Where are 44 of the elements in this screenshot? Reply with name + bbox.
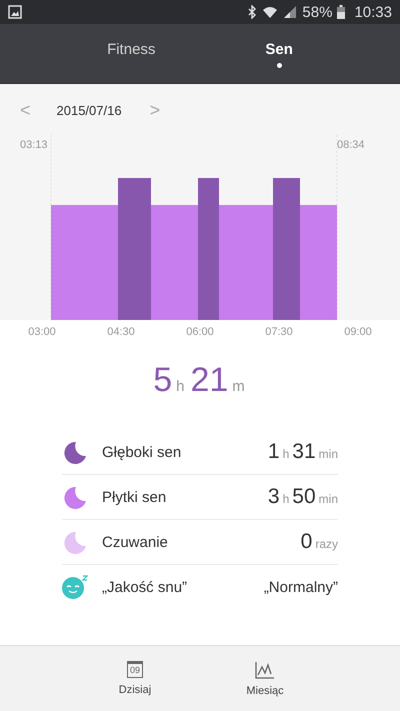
battery-percent: 58% bbox=[302, 4, 332, 20]
end-time-label: 08:34 bbox=[337, 139, 365, 151]
stat-value: „Normalny” bbox=[264, 578, 338, 596]
stat-value: 31 bbox=[292, 440, 316, 464]
stat-value: 0 bbox=[300, 530, 312, 554]
nav-item[interactable]: 09 Dzisiaj bbox=[100, 646, 170, 711]
moon-icon bbox=[62, 485, 88, 509]
wifi-icon bbox=[262, 5, 278, 19]
bluetooth-icon bbox=[247, 5, 258, 19]
axis-label: 07:30 bbox=[264, 326, 294, 340]
hours-unit: h bbox=[176, 378, 184, 395]
minutes-unit: m bbox=[232, 378, 245, 395]
axis-label: 09:00 bbox=[343, 326, 373, 340]
calendar-icon: 09 bbox=[126, 661, 143, 678]
date-label: 2015/07/16 bbox=[56, 103, 122, 118]
smiley-icon bbox=[62, 575, 88, 599]
stat-unit: h bbox=[282, 447, 290, 461]
stat-unit: h bbox=[282, 492, 290, 506]
axis-label: 06:00 bbox=[185, 326, 215, 340]
line-chart-icon bbox=[255, 660, 275, 678]
start-time-label: 03:13 bbox=[20, 139, 48, 151]
stat-label: Głęboki sen bbox=[102, 444, 182, 460]
stat-unit: min bbox=[318, 492, 338, 506]
tab[interactable]: Sen bbox=[245, 20, 313, 79]
stat-value: 1 bbox=[268, 440, 280, 464]
moon-icon bbox=[62, 440, 88, 464]
stat-unit: min bbox=[318, 447, 338, 461]
stat-label: Płytki sen bbox=[102, 488, 168, 506]
stat-label: Czuwanie bbox=[102, 534, 169, 550]
battery-icon bbox=[337, 5, 346, 19]
stat-unit: razy bbox=[315, 537, 338, 551]
total-minutes: 21 bbox=[190, 361, 228, 400]
stat-value: 50 bbox=[292, 485, 316, 509]
clock: 10:33 bbox=[354, 4, 392, 20]
nav-item[interactable]: Miesiąc bbox=[230, 646, 300, 711]
total-hours: 5 bbox=[153, 361, 172, 400]
axis-label: 03:00 bbox=[27, 326, 57, 340]
axis-label: 04:30 bbox=[106, 326, 136, 340]
stat-label: „Jakość snu” bbox=[102, 578, 188, 596]
moon-icon bbox=[62, 530, 88, 554]
gallery-icon bbox=[8, 5, 22, 19]
stat-value: 3 bbox=[268, 485, 280, 509]
tab[interactable]: Fitness bbox=[87, 20, 176, 79]
signal-icon bbox=[283, 5, 298, 19]
